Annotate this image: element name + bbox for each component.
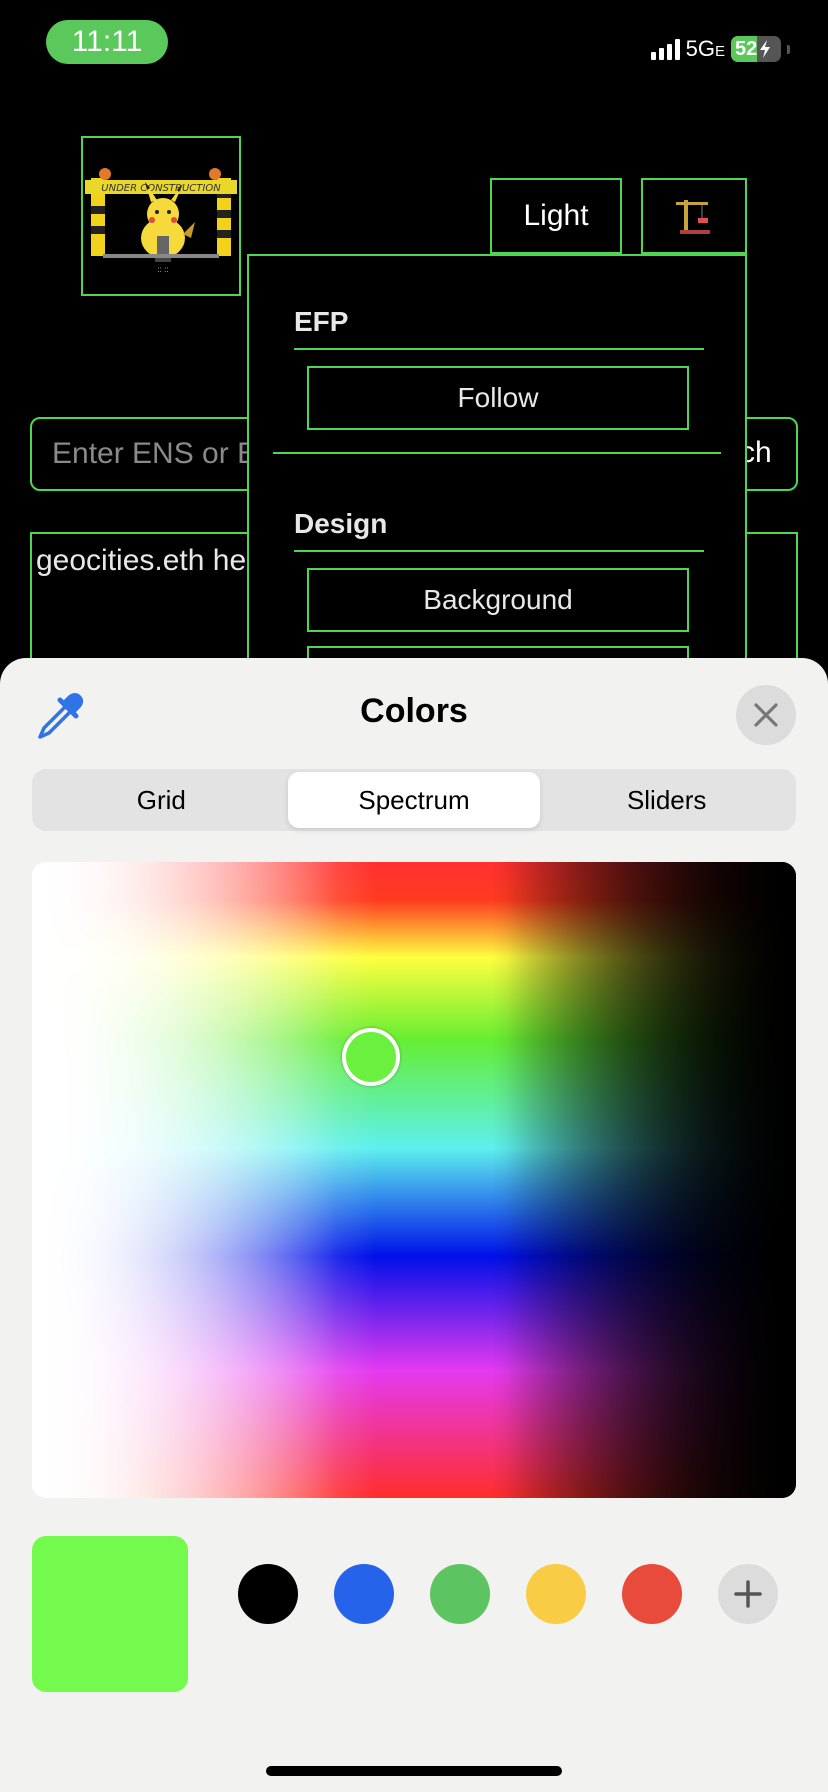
sheet-title: Colors <box>360 692 468 730</box>
settings-dropdown: EFP Follow Design Background <box>247 254 747 674</box>
swatch-yellow[interactable] <box>526 1564 586 1624</box>
under-construction-logo[interactable]: UNDER CONSTRUCTION :: :: <box>81 136 241 296</box>
spectrum-selector-handle[interactable] <box>342 1028 400 1086</box>
tab-sliders[interactable]: Sliders <box>540 772 793 828</box>
color-spectrum[interactable] <box>32 862 796 1498</box>
background-button[interactable]: Background <box>307 568 689 632</box>
network-type: 5GE <box>685 36 725 61</box>
svg-text::: ::: :: :: <box>157 265 168 274</box>
color-mode-tabs: Grid Spectrum Sliders <box>32 769 796 831</box>
add-color-button[interactable] <box>718 1564 778 1624</box>
section-rule <box>294 550 704 552</box>
section-rule <box>294 348 704 350</box>
under-construction-image: UNDER CONSTRUCTION :: :: <box>85 168 237 274</box>
status-indicators: 5GE 52 <box>650 36 790 62</box>
section-divider <box>273 452 721 454</box>
tab-spectrum[interactable]: Spectrum <box>287 772 541 828</box>
swatch-red[interactable] <box>622 1564 682 1624</box>
cellular-signal-icon <box>650 38 680 60</box>
battery-icon: 52 <box>731 36 781 62</box>
menu-toggle-button[interactable] <box>641 178 747 254</box>
color-picker-sheet: Colors Grid Spectrum Sliders <box>0 658 828 1792</box>
plus-icon <box>734 1580 762 1608</box>
swatch-green[interactable] <box>430 1564 490 1624</box>
design-section-title: Design <box>294 508 388 539</box>
selected-color-swatch <box>32 1536 188 1692</box>
close-button[interactable] <box>736 685 796 745</box>
swatch-blue[interactable] <box>334 1564 394 1624</box>
status-time: 11:11 <box>46 20 168 64</box>
follow-button[interactable]: Follow <box>307 366 689 430</box>
close-icon <box>754 703 778 727</box>
crane-icon <box>676 200 710 234</box>
tab-grid[interactable]: Grid <box>35 772 288 828</box>
under-construction-text: UNDER CONSTRUCTION <box>101 183 221 194</box>
efp-section-title: EFP <box>294 306 349 337</box>
home-indicator[interactable] <box>266 1766 562 1776</box>
swatch-black[interactable] <box>238 1564 298 1624</box>
theme-toggle-button[interactable]: Light <box>490 178 622 254</box>
